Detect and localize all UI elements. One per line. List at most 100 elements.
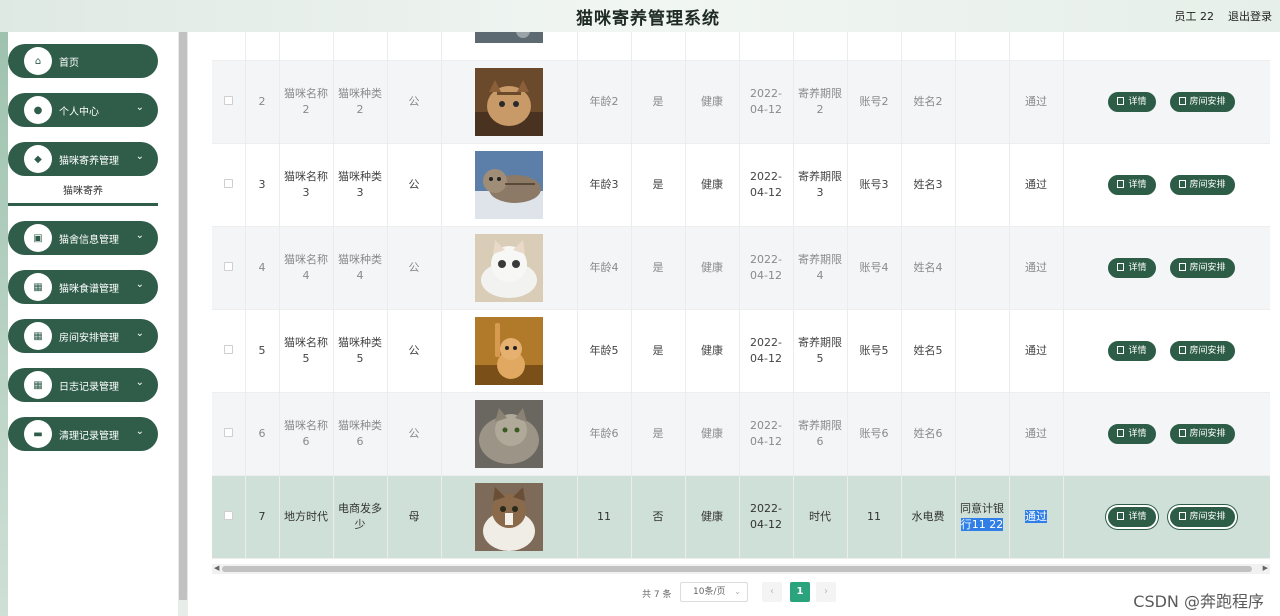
- submenu-item-foster[interactable]: 猫咪寄养: [8, 182, 158, 206]
- table-row-selected[interactable]: 7 地方时代 电商发多少 母 11 否 健康 2022-04-12 时代 11 …: [212, 475, 1270, 558]
- cell-account: 账号6: [847, 392, 902, 475]
- detail-button[interactable]: 详情: [1108, 257, 1156, 278]
- cell-age: 年龄5: [577, 309, 632, 392]
- app-title: 猫咪寄养管理系统: [576, 9, 720, 29]
- cell-index: 2: [245, 60, 280, 143]
- room-arrange-button[interactable]: 房间安排: [1169, 91, 1235, 112]
- top-header: 猫咪寄养管理系统 员工 22 退出登录: [0, 0, 1280, 32]
- sidebar-item-home[interactable]: ⌂ 首页: [8, 44, 158, 78]
- sidebar-item-cleaning[interactable]: ▬ 清理记录管理 ⌄: [8, 417, 158, 451]
- cat-photo: [475, 399, 543, 468]
- cell-name: 猫咪名称6: [279, 392, 334, 475]
- cell-index: 6: [245, 392, 280, 475]
- current-user: 员工 22: [1174, 10, 1215, 23]
- chevron-down-icon: ⌄: [135, 230, 144, 241]
- scrollbar-thumb[interactable]: [179, 32, 187, 600]
- cell-status: 通过: [1009, 309, 1064, 392]
- detail-button[interactable]: 详情: [1108, 340, 1156, 361]
- scroll-right-icon[interactable]: ▶: [1263, 564, 1268, 572]
- data-table: 称1 类1 4-12 限1 2 猫咪名称2 猫咪种类2 公 年龄2: [212, 32, 1270, 564]
- cell-health: 健康: [685, 143, 740, 226]
- row-checkbox[interactable]: [223, 510, 233, 520]
- chevron-down-icon: ⌄: [135, 102, 144, 113]
- cat-photo: [475, 150, 543, 219]
- detail-button[interactable]: 详情: [1108, 423, 1156, 444]
- row-checkbox[interactable]: [223, 427, 233, 437]
- room-arrange-button[interactable]: 房间安排: [1169, 340, 1235, 361]
- cell-health: 健康: [685, 226, 740, 309]
- room-arrange-button[interactable]: 房间安排: [1169, 257, 1235, 278]
- detail-button[interactable]: 详情: [1108, 506, 1156, 527]
- table-row[interactable]: 3 猫咪名称3 猫咪种类3 公 年龄3 是 健康 2022-04-12 寄养期限…: [212, 143, 1270, 226]
- sidebar-item-cattery[interactable]: ▣ 猫舍信息管理 ⌄: [8, 221, 158, 255]
- cell-remark: 同意计银行11 22: [955, 475, 1010, 558]
- cell-gender: 公: [387, 60, 442, 143]
- cell-date: 2022-04-12: [739, 226, 794, 309]
- page-size-select[interactable]: 10条/页 ⌄: [680, 582, 748, 602]
- chevron-down-icon: ⌄: [734, 587, 741, 596]
- cell-age: 年龄3: [577, 143, 632, 226]
- sidebar-item-label: 日志记录管理: [59, 382, 119, 393]
- sidebar-item-room[interactable]: ▦ 房间安排管理 ⌄: [8, 319, 158, 353]
- row-checkbox[interactable]: [223, 95, 233, 105]
- cell-remark: [955, 60, 1010, 143]
- table-row[interactable]: 6 猫咪名称6 猫咪种类6 公 年龄6 是 健康 2022-04-12 寄养期限…: [212, 392, 1270, 475]
- cell-account: 账号5: [847, 309, 902, 392]
- cell-status: 通过: [1009, 226, 1064, 309]
- row-checkbox[interactable]: [223, 344, 233, 354]
- room-arrange-button[interactable]: 房间安排: [1169, 174, 1235, 195]
- cell-period: 时代: [793, 475, 848, 558]
- page-1-button[interactable]: 1: [790, 582, 810, 602]
- logout-link[interactable]: 退出登录: [1228, 8, 1272, 24]
- cell-vaccinated: 是: [631, 392, 686, 475]
- horizontal-scrollbar[interactable]: ◀ ▶: [212, 564, 1270, 574]
- cell-username: 姓名2: [901, 60, 956, 143]
- cell-date: 2022-04-12: [739, 143, 794, 226]
- cell-status: 通过: [1009, 475, 1064, 558]
- sidebar-item-recipe[interactable]: ▦ 猫咪食谱管理 ⌄: [8, 270, 158, 304]
- grid-icon: ▦: [24, 273, 52, 301]
- sidebar-item-profile[interactable]: ● 个人中心 ⌄: [8, 93, 158, 127]
- doc-icon: [1178, 262, 1186, 271]
- cell-account: 11: [847, 475, 902, 558]
- row-checkbox[interactable]: [223, 178, 233, 188]
- cell-remark: [955, 309, 1010, 392]
- cell-index: 5: [245, 309, 280, 392]
- prev-page-button[interactable]: ‹: [762, 582, 782, 602]
- cell-index: 7: [245, 475, 280, 558]
- status-selected-text: 通过: [1025, 509, 1047, 523]
- detail-button[interactable]: 详情: [1108, 174, 1156, 195]
- doc-icon: [1117, 511, 1125, 520]
- sidebar-scrollbar[interactable]: [178, 32, 188, 600]
- grid-icon: ▦: [24, 371, 52, 399]
- row-checkbox[interactable]: [223, 261, 233, 271]
- table-row: 称1 类1 4-12 限1: [212, 32, 1270, 60]
- cell-period: 寄养期限6: [793, 392, 848, 475]
- chevron-down-icon: ⌄: [135, 426, 144, 437]
- cell-vaccinated: 是: [631, 143, 686, 226]
- doc-icon: [1117, 262, 1125, 271]
- cat-photo: [475, 233, 543, 302]
- doc-icon: [1117, 428, 1125, 437]
- sidebar-item-label: 首页: [59, 58, 79, 69]
- cell-breed: 猫咪种类6: [333, 392, 388, 475]
- cell-vaccinated: 是: [631, 60, 686, 143]
- room-arrange-button[interactable]: 房间安排: [1169, 506, 1235, 527]
- cell-status: 通过: [1009, 60, 1064, 143]
- cell-gender: 公: [387, 143, 442, 226]
- sidebar-item-foster[interactable]: ◆ 猫咪寄养管理 ⌄: [8, 142, 158, 176]
- cell-gender: 公: [387, 226, 442, 309]
- table-row[interactable]: 5 猫咪名称5 猫咪种类5 公 年龄5 是 健康 2022-04-12 寄养期限…: [212, 309, 1270, 392]
- detail-button[interactable]: 详情: [1108, 91, 1156, 112]
- table-row[interactable]: 4 猫咪名称4 猫咪种类4 公 年龄4 是 健康 2022-04-12 寄养期限…: [212, 226, 1270, 309]
- scrollbar-thumb[interactable]: [222, 566, 1252, 572]
- cat-photo: [475, 32, 543, 43]
- next-page-button[interactable]: ›: [816, 582, 836, 602]
- doc-icon: [1178, 96, 1186, 105]
- doc-icon: [1178, 428, 1186, 437]
- scroll-left-icon[interactable]: ◀: [214, 564, 219, 572]
- user-icon: ●: [24, 96, 52, 124]
- room-arrange-button[interactable]: 房间安排: [1169, 423, 1235, 444]
- table-row[interactable]: 2 猫咪名称2 猫咪种类2 公 年龄2 是 健康 2022-04-12 寄养期限…: [212, 60, 1270, 143]
- sidebar-item-log[interactable]: ▦ 日志记录管理 ⌄: [8, 368, 158, 402]
